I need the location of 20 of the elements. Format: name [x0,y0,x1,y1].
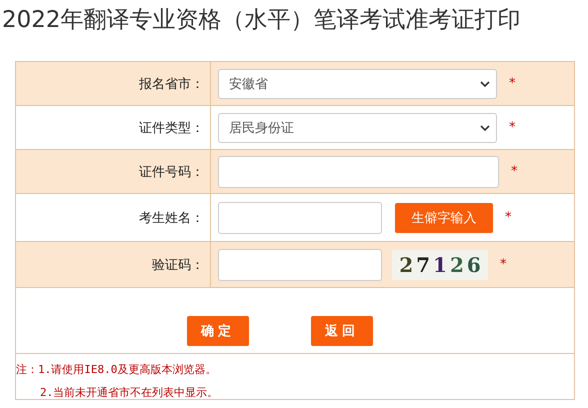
dropdown[interactable]: 安徽省 [218,68,497,98]
input-field[interactable] [218,156,499,188]
note-text: 2.当前未开通省市不在列表中显示。 [39,385,220,401]
input-field[interactable] [218,248,382,280]
chevron-down-icon [480,124,490,130]
required-asterisk: * [509,76,516,91]
required-asterisk: * [500,257,506,272]
dropdown[interactable]: 居民身份证 [218,112,497,142]
required-asterisk: * [511,164,518,179]
required-asterisk: * [509,120,516,135]
input-field[interactable] [218,202,382,234]
field-label: 证件类型： [139,120,204,136]
chevron-down-icon [480,80,490,86]
field-label: 考生姓名： [139,210,204,226]
note-text: 注：1.请使用IE8.0及更高版本浏览器。 [16,362,218,378]
field-label: 验证码： [152,256,204,274]
required-asterisk: * [505,210,512,225]
field-label: 报名省市： [139,76,204,92]
page-title: 2022年翻译专业资格（水平）笔译考试准考证打印 [1,6,522,35]
field-label: 证件号码： [139,164,204,180]
